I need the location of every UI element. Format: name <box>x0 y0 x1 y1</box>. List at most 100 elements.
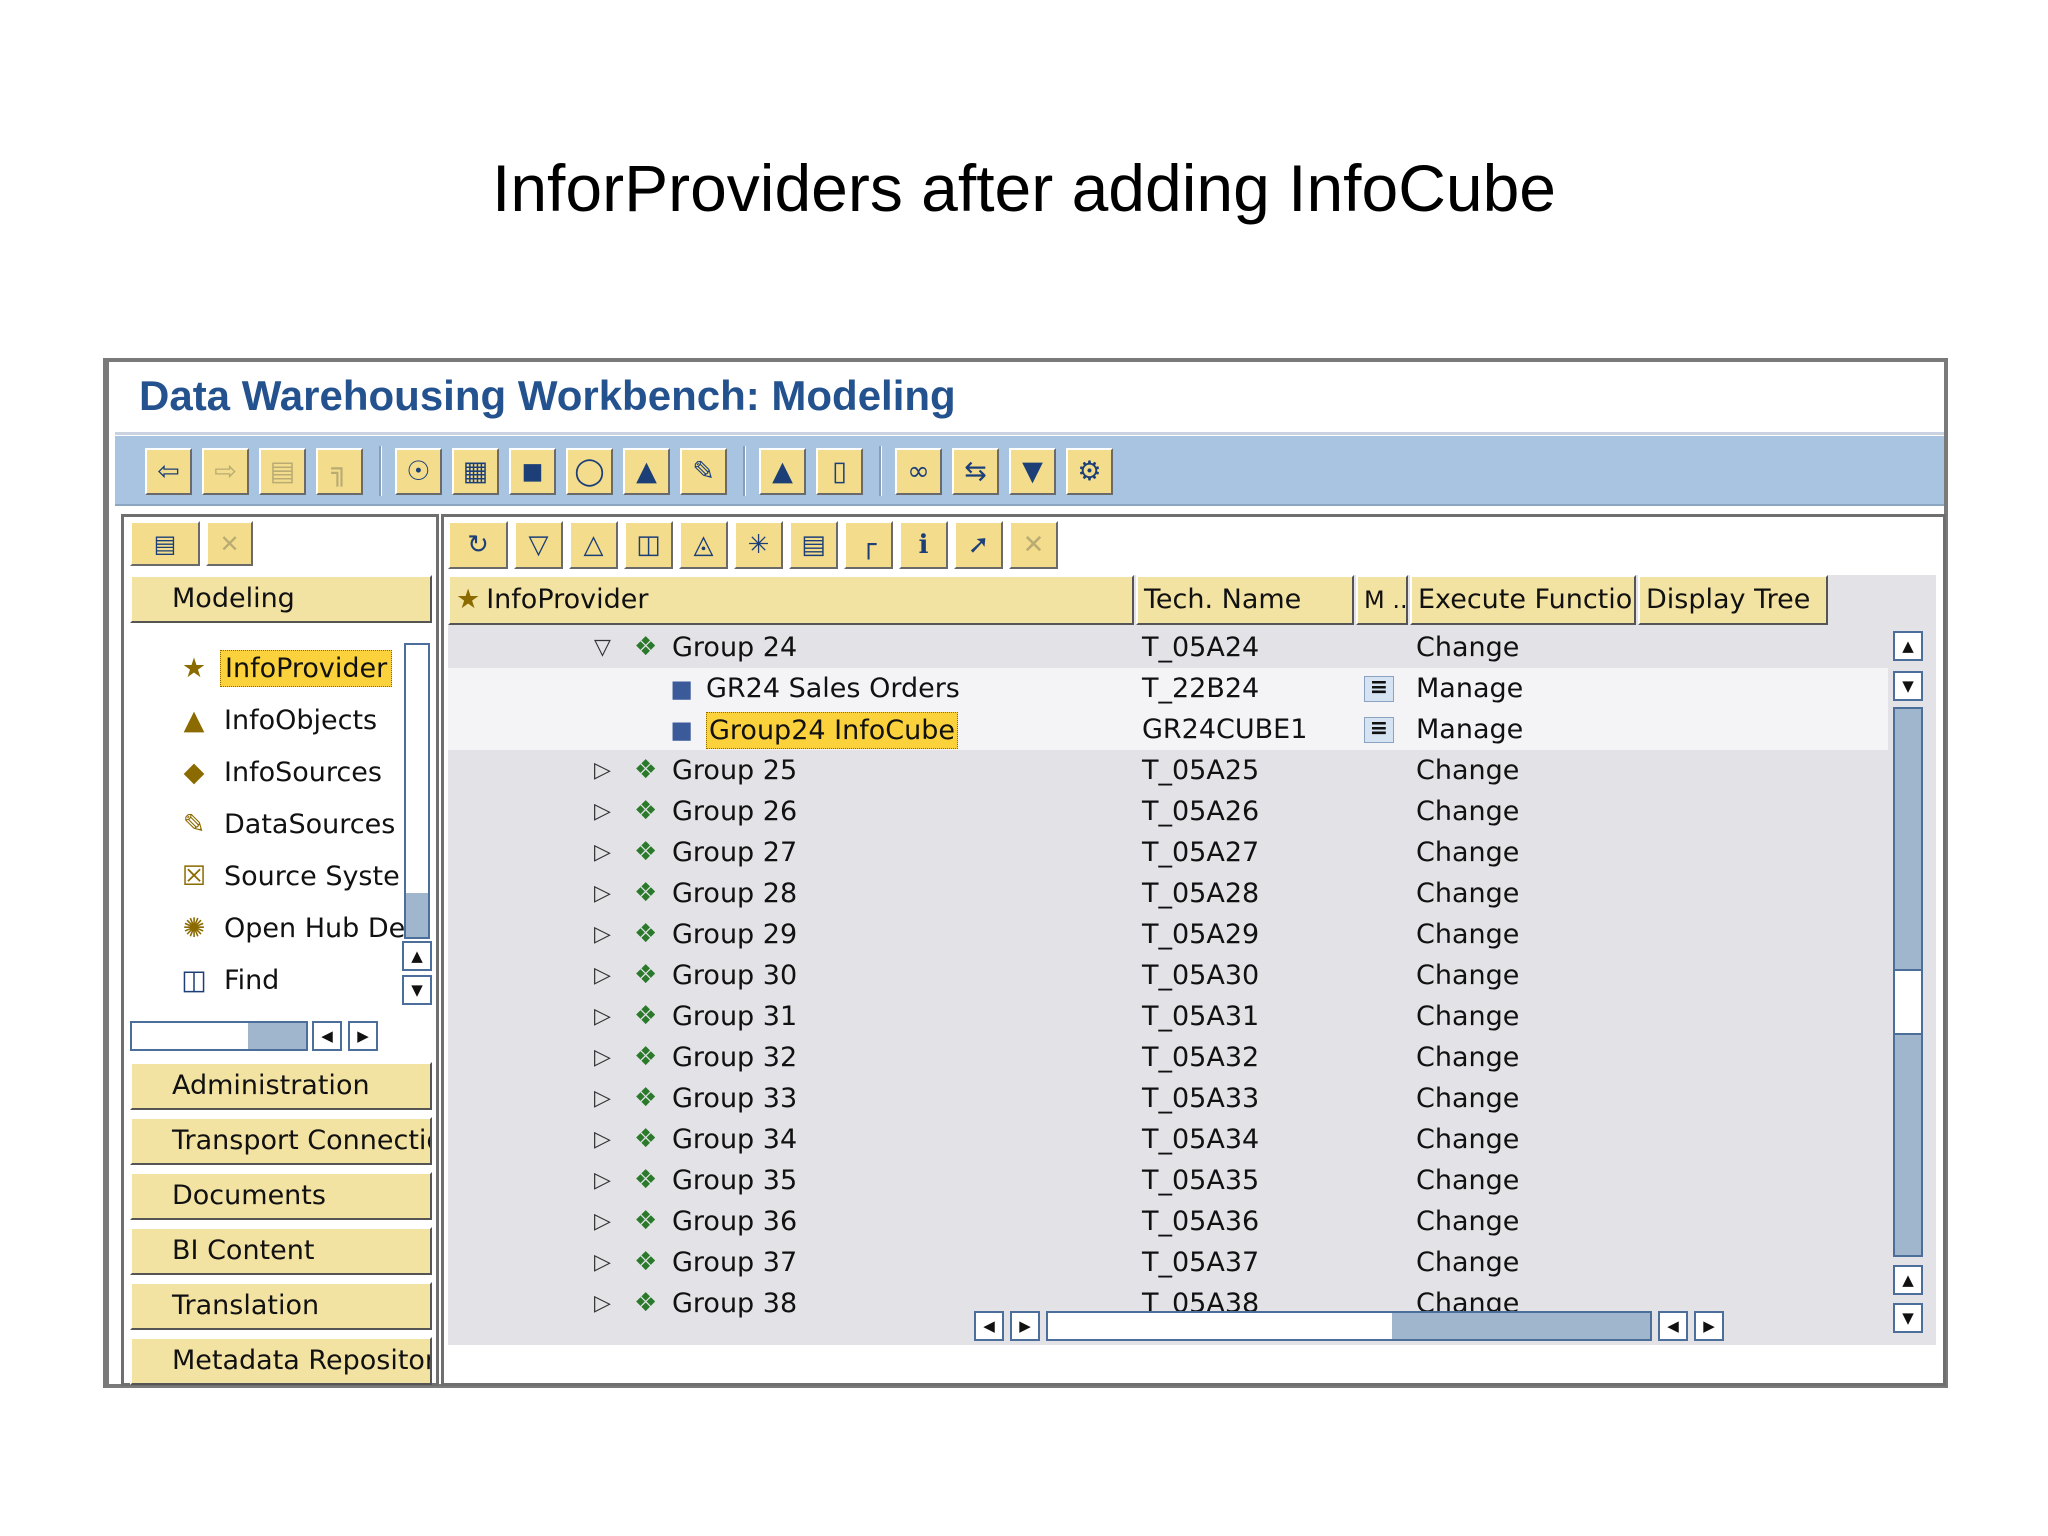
scroll-up-icon[interactable]: ▲ <box>1893 631 1923 661</box>
scroll-right-icon[interactable]: ▶ <box>1010 1311 1040 1341</box>
scroll-thumb[interactable] <box>1392 1313 1650 1339</box>
group-row[interactable]: ▷ ❖ Group 25 T_05A25 Change <box>448 750 1888 791</box>
scroll-left-icon[interactable]: ◀ <box>312 1021 342 1051</box>
infocube-row[interactable]: ◼ GR24 Sales Orders T_22B24 ≡ Manage <box>448 668 1888 709</box>
database-icon[interactable]: ◯ <box>566 448 613 495</box>
column-header-m[interactable]: M ... <box>1356 575 1408 625</box>
row-execute-function[interactable]: Change <box>1416 832 1519 873</box>
row-execute-function[interactable]: Change <box>1416 1119 1519 1160</box>
nav-item-infosources[interactable]: ◆ InfoSources <box>174 751 386 793</box>
monitor-icon[interactable]: ▤ <box>789 521 838 569</box>
section-bi-content[interactable]: BI Content <box>130 1227 432 1275</box>
group-row[interactable]: ▷ ❖ Group 34 T_05A34 Change <box>448 1119 1888 1160</box>
equals-icon[interactable]: ≡ <box>1364 717 1394 743</box>
row-execute-function[interactable]: Change <box>1416 955 1519 996</box>
forward-arrow-icon[interactable]: ⇨ <box>202 448 249 495</box>
cube-icon[interactable]: ◼ <box>509 448 556 495</box>
column-header-infoprovider[interactable]: ★ InfoProvider <box>448 575 1134 625</box>
find-binoculars-icon[interactable]: ◫ <box>624 521 673 569</box>
grid-horizontal-scrollbar[interactable] <box>1046 1311 1652 1341</box>
scroll-thumb[interactable] <box>248 1023 306 1049</box>
scroll-up-icon[interactable]: ▲ <box>402 941 432 971</box>
expand-right-icon[interactable]: ▷ <box>594 873 611 914</box>
column-header-display-tree[interactable]: Display Tree <box>1638 575 1828 625</box>
collapse-all-icon[interactable]: △ <box>569 521 618 569</box>
group-row[interactable]: ▷ ❖ Group 26 T_05A26 Change <box>448 791 1888 832</box>
jump-arrow-icon[interactable]: ➚ <box>954 521 1003 569</box>
scroll-left-icon[interactable]: ◀ <box>974 1311 1004 1341</box>
group-row[interactable]: ▷ ❖ Group 33 T_05A33 Change <box>448 1078 1888 1119</box>
row-execute-function[interactable]: Manage <box>1416 668 1523 709</box>
expand-right-icon[interactable]: ▷ <box>594 791 611 832</box>
row-execute-function[interactable]: Change <box>1416 1201 1519 1242</box>
tree-view-icon[interactable]: ╗ <box>316 448 363 495</box>
scroll-left-icon[interactable]: ◀ <box>1658 1311 1688 1341</box>
expand-right-icon[interactable]: ▷ <box>594 1242 611 1283</box>
group-row[interactable]: ▷ ❖ Group 35 T_05A35 Change <box>448 1160 1888 1201</box>
scroll-right-icon[interactable]: ▶ <box>1694 1311 1724 1341</box>
expand-right-icon[interactable]: ▷ <box>594 996 611 1037</box>
scroll-thumb[interactable] <box>1895 969 1921 1035</box>
section-modeling[interactable]: Modeling <box>130 575 432 623</box>
section-metadata-repository[interactable]: Metadata Repository <box>130 1337 432 1385</box>
expand-right-icon[interactable]: ▷ <box>594 1078 611 1119</box>
scroll-right-icon[interactable]: ▶ <box>348 1021 378 1051</box>
expand-right-icon[interactable]: ▷ <box>594 832 611 873</box>
group-row[interactable]: ▷ ❖ Group 27 T_05A27 Change <box>448 832 1888 873</box>
transport-icon[interactable]: ⇆ <box>952 448 999 495</box>
nav-item-find[interactable]: ◫ Find <box>174 959 283 1001</box>
row-execute-function[interactable]: Change <box>1416 791 1519 832</box>
expand-right-icon[interactable]: ▷ <box>594 1119 611 1160</box>
equals-icon[interactable]: ≡ <box>1364 676 1394 702</box>
infocube-row[interactable]: ◼ Group24 InfoCube GR24CUBE1 ≡ Manage <box>448 709 1888 750</box>
row-execute-function[interactable]: Change <box>1416 873 1519 914</box>
grid-vertical-scrollbar[interactable] <box>1893 707 1923 1257</box>
row-execute-function[interactable]: Change <box>1416 1242 1519 1283</box>
row-execute-function[interactable]: Manage <box>1416 709 1523 750</box>
scroll-down-icon[interactable]: ▼ <box>402 975 432 1005</box>
nav-item-infoobjects[interactable]: ▲ InfoObjects <box>174 699 381 741</box>
group-row[interactable]: ▷ ❖ Group 36 T_05A36 Change <box>448 1201 1888 1242</box>
expand-all-icon[interactable]: ▽ <box>514 521 563 569</box>
row-execute-function[interactable]: Change <box>1416 1160 1519 1201</box>
nav-vertical-scrollbar[interactable] <box>404 643 430 939</box>
expand-right-icon[interactable]: ▷ <box>594 1037 611 1078</box>
info-icon[interactable]: ℹ <box>899 521 948 569</box>
expand-right-icon[interactable]: ▷ <box>594 1201 611 1242</box>
scroll-thumb[interactable] <box>406 893 428 937</box>
section-documents[interactable]: Documents <box>130 1172 432 1220</box>
nav-item-infoprovider[interactable]: ★ InfoProvider <box>174 647 393 689</box>
group-row[interactable]: ▷ ❖ Group 29 T_05A29 Change <box>448 914 1888 955</box>
hierarchy-tree-icon[interactable]: ▲ <box>759 448 806 495</box>
section-translation[interactable]: Translation <box>130 1282 432 1330</box>
link-icon[interactable]: ∞ <box>895 448 942 495</box>
row-execute-function[interactable]: Change <box>1416 914 1519 955</box>
infoobject-triangle-icon[interactable]: ▲ <box>623 448 670 495</box>
close-icon[interactable]: ✕ <box>206 521 253 566</box>
section-transport-connection[interactable]: Transport Connectio <box>130 1117 432 1165</box>
nav-item-source-system[interactable]: ☒ Source Syste <box>174 855 404 897</box>
expand-right-icon[interactable]: ▷ <box>594 1283 611 1324</box>
group-row[interactable]: ▷ ❖ Group 37 T_05A37 Change <box>448 1242 1888 1283</box>
scroll-up-icon[interactable]: ▲ <box>1893 1265 1923 1295</box>
process-chain-icon[interactable]: ▯ <box>816 448 863 495</box>
back-arrow-icon[interactable]: ⇦ <box>145 448 192 495</box>
column-header-execute-function[interactable]: Execute Function <box>1410 575 1636 625</box>
nav-item-open-hub[interactable]: ✺ Open Hub De <box>174 907 409 949</box>
expand-right-icon[interactable]: ▷ <box>594 955 611 996</box>
hierarchy-icon[interactable]: ┌ <box>844 521 893 569</box>
trash-icon[interactable]: ▼ <box>1009 448 1056 495</box>
datasource-icon[interactable]: ✎ <box>680 448 727 495</box>
group-row[interactable]: ▷ ❖ Group 30 T_05A30 Change <box>448 955 1888 996</box>
scroll-down-icon[interactable]: ▼ <box>1893 671 1923 701</box>
dataflow-icon[interactable]: ▦ <box>452 448 499 495</box>
list-view-icon[interactable]: ▤ <box>259 448 306 495</box>
nav-item-datasources[interactable]: ✎ DataSources <box>174 803 399 845</box>
group-row[interactable]: ▷ ❖ Group 31 T_05A31 Change <box>448 996 1888 1037</box>
display-settings-icon[interactable]: ▤ <box>130 521 200 566</box>
row-execute-function[interactable]: Change <box>1416 1037 1519 1078</box>
scroll-down-icon[interactable]: ▼ <box>1893 1303 1923 1333</box>
find-next-icon[interactable]: ◬ <box>679 521 728 569</box>
row-execute-function[interactable]: Change <box>1416 996 1519 1037</box>
refresh-icon[interactable]: ↻ <box>448 521 508 569</box>
